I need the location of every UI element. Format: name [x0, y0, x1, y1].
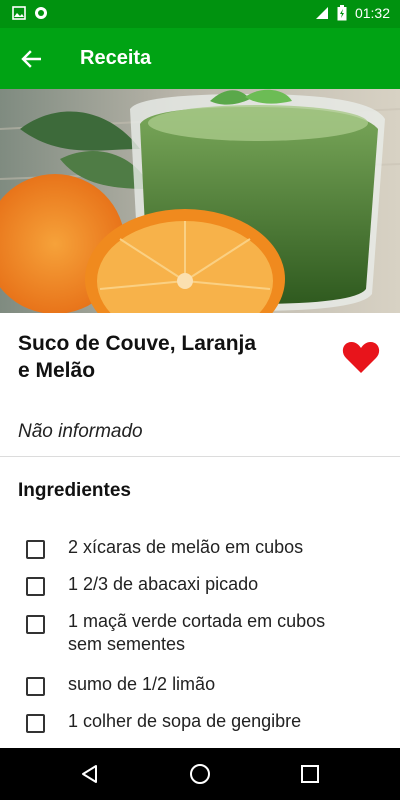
- back-button[interactable]: [16, 44, 46, 74]
- ingredient-label: 1 maçã verde cortada em cubos: [68, 611, 326, 631]
- app-bar: Receita: [0, 28, 400, 89]
- ingredient-label: 1 2/3 de abacaxi picado: [68, 574, 259, 594]
- ingredient-checkbox[interactable]: [26, 677, 45, 696]
- system-nav-bar: [0, 748, 400, 800]
- ingredient-label: 2 xícaras de melão em cubos: [68, 537, 304, 557]
- recipe-title: Suco de Couve, Laranja e Melão: [18, 330, 298, 384]
- status-left-icons: [12, 6, 48, 20]
- status-right: 01:32: [315, 5, 390, 21]
- recipe-title-line2: e Melão: [18, 359, 96, 382]
- ingredient-checkbox[interactable]: [26, 615, 45, 634]
- battery-icon: [337, 5, 347, 21]
- ingredients-heading: Ingredientes: [18, 480, 131, 501]
- ingredient-label-continued: sem sementes: [68, 634, 186, 654]
- image-icon: [12, 6, 26, 20]
- nav-back-button[interactable]: [75, 759, 105, 789]
- arrow-back-icon: [21, 50, 41, 68]
- recipe-subtitle: Não informado: [18, 421, 143, 442]
- page-title: Receita: [80, 47, 152, 69]
- favorite-button[interactable]: [342, 340, 382, 376]
- divider: [0, 456, 400, 457]
- recipe-title-line1: Suco de Couve, Laranja: [18, 332, 257, 355]
- status-time: 01:32: [354, 5, 390, 21]
- back-triangle-icon: [82, 765, 97, 783]
- recipe-image: [0, 89, 400, 313]
- heart-icon: [342, 342, 380, 373]
- ingredient-checkbox[interactable]: [26, 577, 45, 596]
- home-circle-icon: [190, 764, 210, 784]
- recents-square-icon: [301, 765, 319, 783]
- ingredient-checkbox[interactable]: [26, 540, 45, 559]
- ingredient-checkbox[interactable]: [26, 714, 45, 733]
- record-icon: [35, 7, 47, 19]
- ingredient-label: sumo de 1/2 limão: [68, 674, 216, 694]
- nav-home-button[interactable]: [185, 759, 215, 789]
- status-bar: 01:32: [0, 0, 400, 28]
- nav-recents-button[interactable]: [295, 759, 325, 789]
- signal-icon: [315, 7, 328, 19]
- ingredient-label: 1 colher de sopa de gengibre: [68, 711, 302, 731]
